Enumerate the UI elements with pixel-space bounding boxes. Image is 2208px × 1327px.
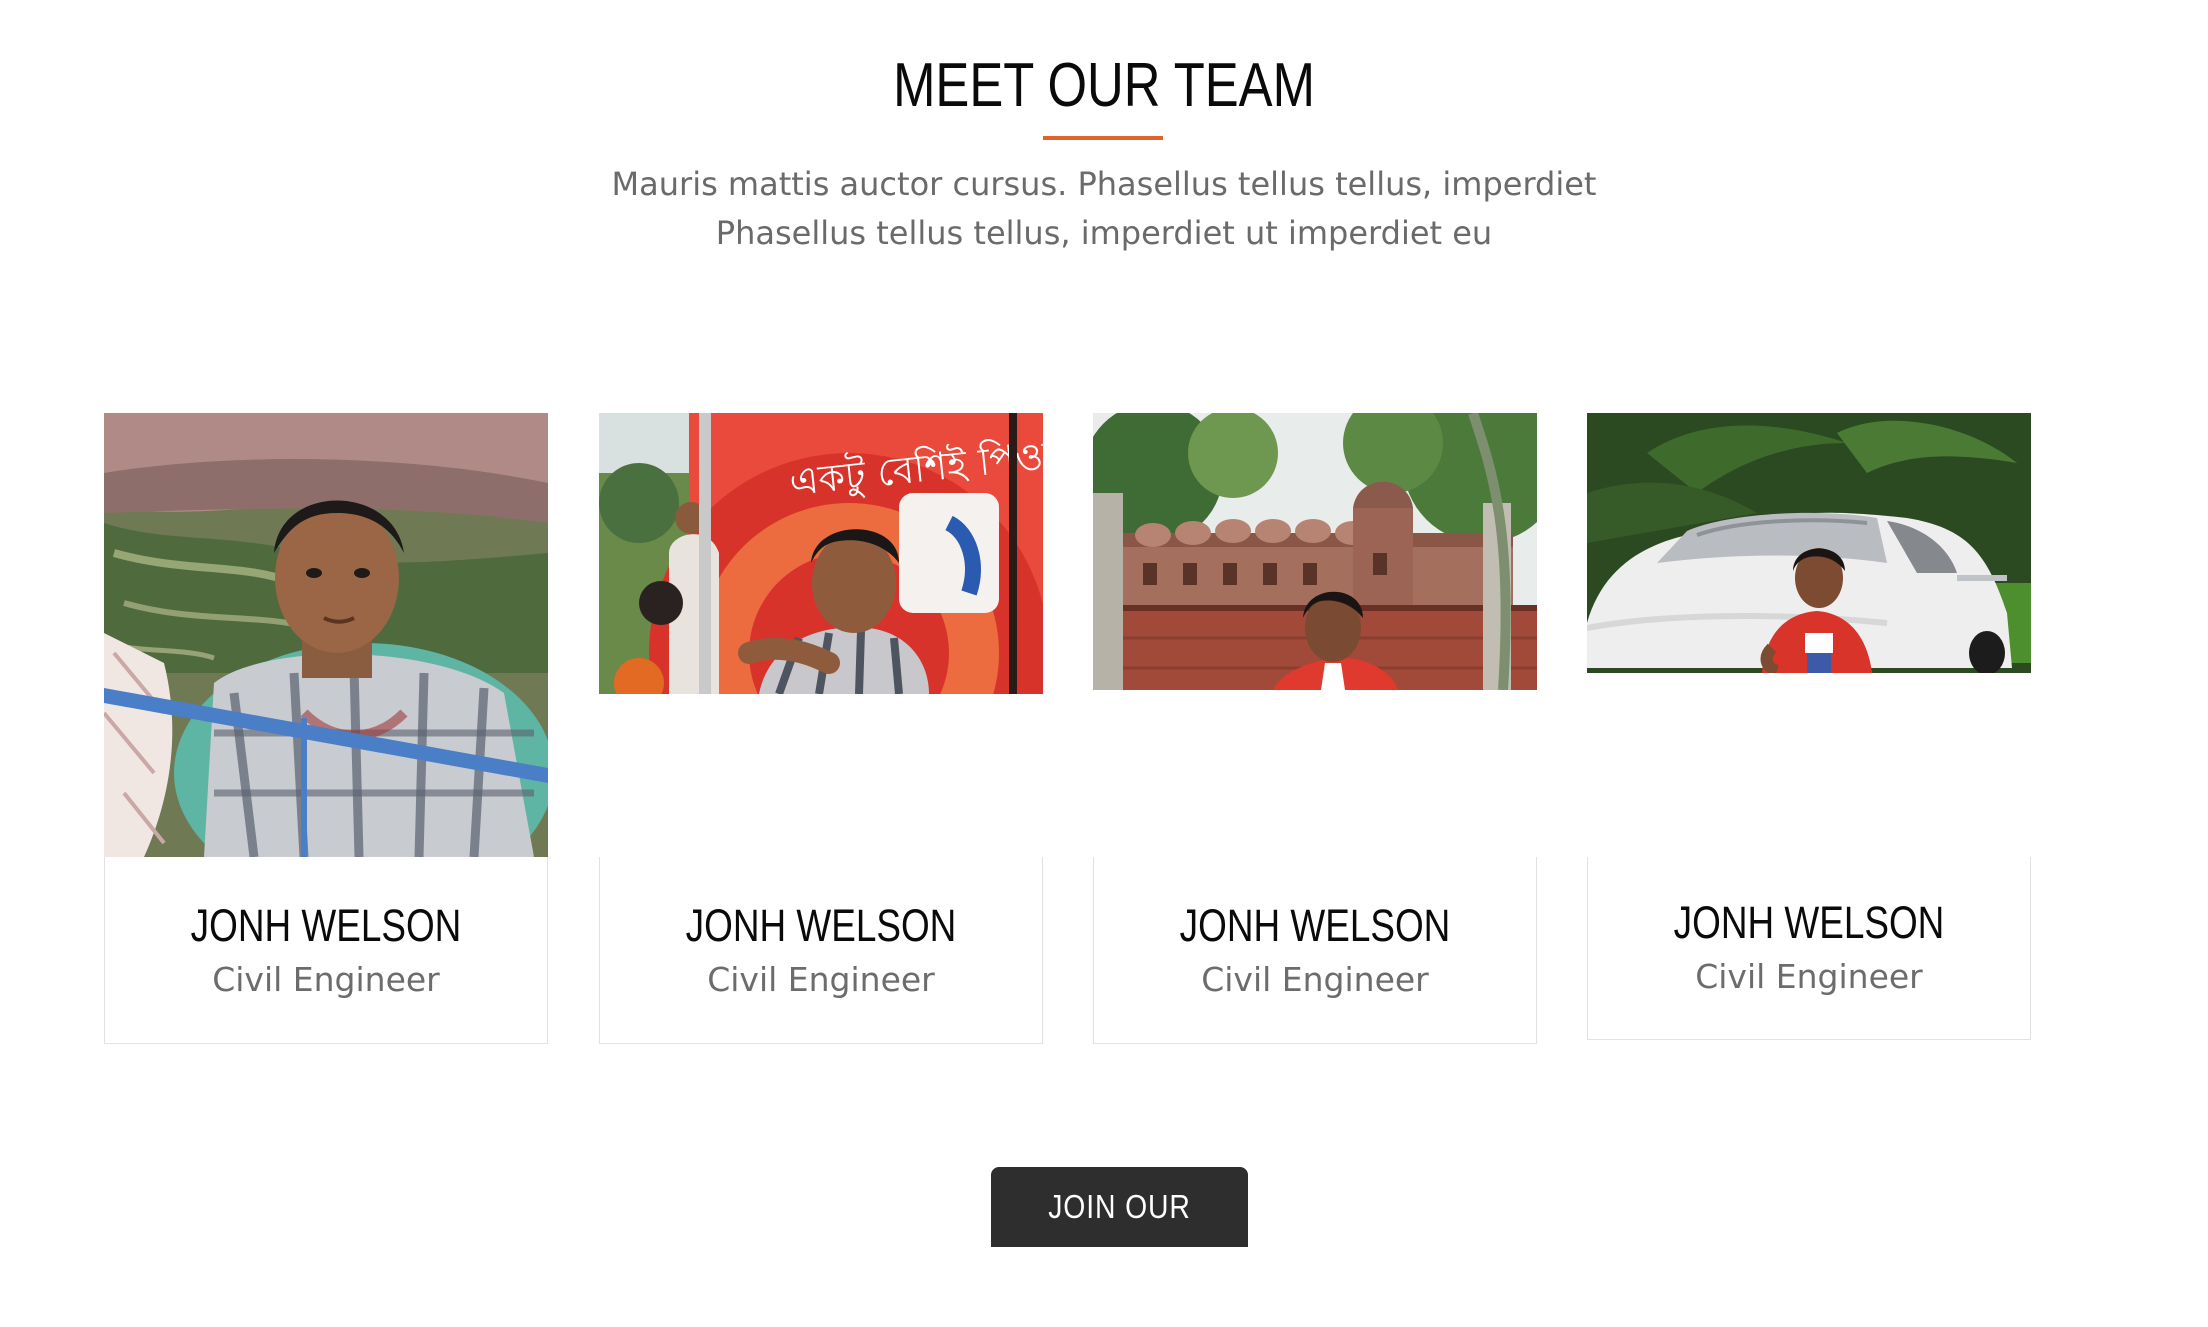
team-member-name: JONH WELSON (190, 900, 462, 951)
team-member-photo-4[interactable] (1587, 413, 2031, 673)
team-member-photo-2[interactable]: একটু বেশিই পিওর! (599, 413, 1043, 694)
team-member-card-3: JONH WELSON Civil Engineer (1093, 857, 1537, 1044)
team-member-card-1: JONH WELSON Civil Engineer (104, 857, 548, 1044)
team-member-role: Civil Engineer (212, 960, 440, 999)
boy-at-mosque-photo (1093, 413, 1537, 690)
team-member-card-4: JONH WELSON Civil Engineer (1587, 857, 2031, 1040)
section-description: Mauris mattis auctor cursus. Phasellus t… (611, 165, 1597, 252)
team-member-role: Civil Engineer (1201, 960, 1429, 999)
team-member-card-2: JONH WELSON Civil Engineer (599, 857, 1043, 1044)
boy-with-white-car-photo (1587, 413, 2031, 673)
join-team-button-label: JOIN OUR TIME (1048, 1188, 1191, 1305)
section-title: MEET OUR TEAM (893, 51, 1315, 120)
boy-on-boat-photo (104, 413, 548, 857)
join-team-button[interactable]: JOIN OUR TIME (991, 1167, 1248, 1305)
team-member-name: JONH WELSON (1179, 900, 1451, 951)
boy-with-red-sign-photo: একটু বেশিই পিওর! (599, 413, 1043, 694)
team-member-photo-1[interactable] (104, 413, 548, 857)
team-member-role: Civil Engineer (707, 960, 935, 999)
team-member-name: JONH WELSON (685, 900, 957, 951)
title-divider (1043, 136, 1163, 140)
team-member-photo-3[interactable] (1093, 413, 1537, 690)
team-member-role: Civil Engineer (1695, 957, 1923, 996)
team-member-name: JONH WELSON (1673, 897, 1945, 948)
